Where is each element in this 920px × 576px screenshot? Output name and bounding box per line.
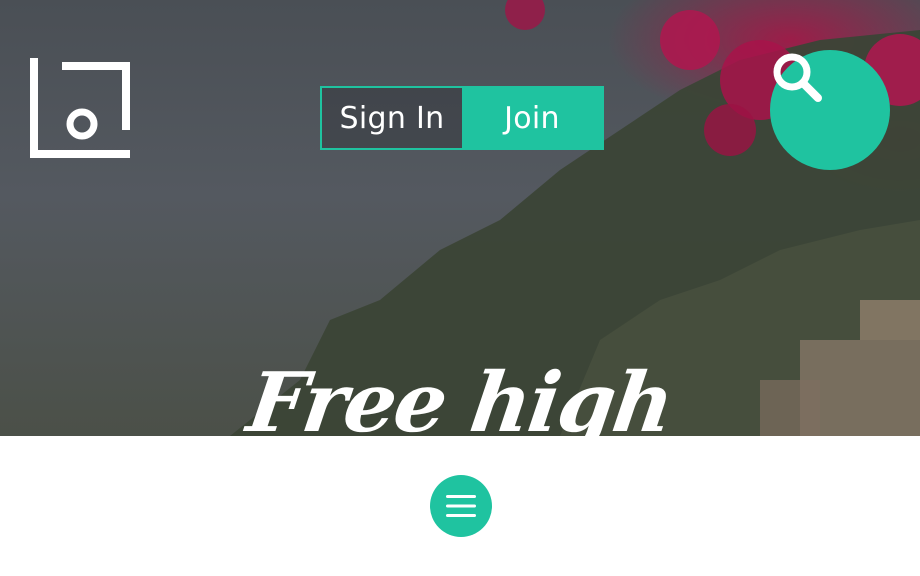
join-button[interactable]: Join [462,88,602,148]
hero-headline: Free high [241,355,679,436]
hero-banner: Sign In Join Free high [0,0,920,436]
logo[interactable] [30,58,130,158]
menu-button[interactable] [430,475,492,537]
search-icon [773,53,822,102]
sign-in-button[interactable]: Sign In [322,88,462,148]
hamburger-menu-icon [446,495,476,517]
search-button[interactable] [770,50,890,170]
logo-mark-icon [30,58,130,158]
auth-buttons: Sign In Join [320,86,604,150]
